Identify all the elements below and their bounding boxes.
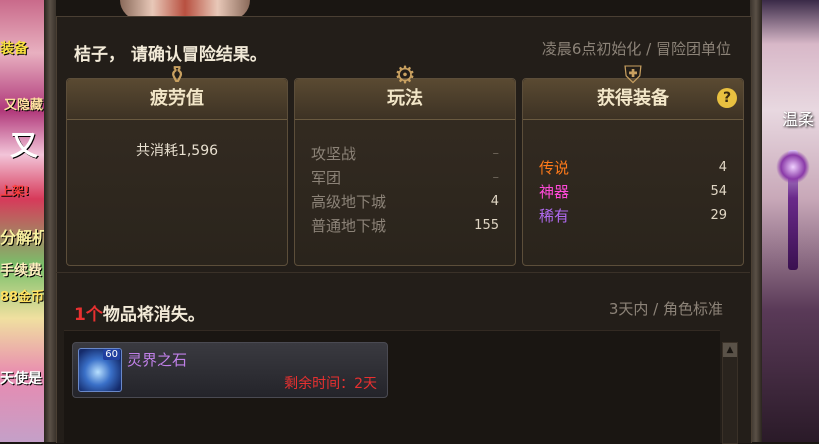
item-level-badge: 60 [103, 349, 120, 360]
gear-axe-icon: ⚙ [394, 61, 416, 89]
background-right-art: 温柔 [762, 0, 819, 442]
section-divider [56, 272, 750, 273]
play-row-label: 高级地下城 [311, 193, 387, 211]
promo-text-7: 88金币 [0, 290, 45, 305]
promo-text-4: 上架! [0, 184, 30, 198]
fatigue-card: ⚱ 疲劳值 共消耗1,596 [66, 61, 288, 266]
gear-row-value: 29 [710, 208, 727, 223]
gear-card-title-text: 获得装备 [597, 88, 669, 109]
vanish-title: 1个物品将消失。 [74, 300, 205, 325]
play-row-advanced-dungeon: 高级地下城 4 [311, 190, 499, 214]
play-row-value: – [492, 170, 500, 185]
play-row-label: 军团 [311, 169, 342, 187]
scrollbar[interactable]: ▲ [722, 342, 738, 444]
promo-text-5: 分解机 [0, 228, 49, 247]
help-icon[interactable]: ? [717, 88, 737, 108]
gear-row-value: 54 [710, 184, 727, 199]
frame-edge-left [44, 0, 56, 442]
gear-row-label: 神器 [539, 183, 570, 201]
staff-icon [776, 150, 810, 270]
vanish-info: 3天内 / 角色标准 [608, 300, 723, 318]
promo-text-8: 天使是 [0, 371, 42, 387]
fatigue-consumed: 共消耗1,596 [135, 143, 219, 159]
promo-text-6: 手续费 [0, 263, 42, 279]
play-row-label: 普通地下城 [311, 217, 387, 235]
gear-row-label: 传说 [539, 159, 570, 177]
scroll-up-icon[interactable]: ▲ [723, 343, 737, 357]
promo-text-1: 装备 [0, 41, 28, 57]
gear-row-legendary: 传说 4 [539, 156, 727, 180]
gear-row-label: 稀有 [539, 207, 570, 225]
play-row-value: 155 [474, 218, 499, 233]
gear-row-rare: 稀有 29 [539, 204, 727, 228]
item-remaining-time: 剩余时间：2天 [284, 376, 377, 392]
armor-icon: ⛨ [624, 61, 642, 89]
play-row-normal-dungeon: 普通地下城 155 [311, 214, 499, 238]
gear-row-epic: 神器 54 [539, 180, 727, 204]
vanish-count: 1个 [74, 305, 103, 325]
promo-text-3: 又 [10, 129, 39, 162]
spirit-stone-icon: 60 [78, 348, 122, 392]
promo-text-2: 又隐藏 [4, 98, 44, 113]
gear-card: ⛨ 获得装备 ? 传说 4 神器 54 稀有 29 [522, 61, 744, 266]
list-item[interactable]: 60 灵界之石 剩余时间：2天 [72, 342, 388, 398]
reset-info: 凌晨6点初始化 / 冒险团单位 [541, 40, 731, 58]
potion-icon: ⚱ [166, 61, 188, 89]
play-row-value: – [492, 146, 500, 161]
vanish-text: 物品将消失。 [102, 305, 205, 325]
gear-row-value: 4 [718, 160, 727, 175]
play-row-value: 4 [490, 194, 499, 209]
play-row-raid: 攻坚战 – [311, 142, 499, 166]
play-row-legion: 军团 – [311, 166, 499, 190]
play-row-label: 攻坚战 [311, 145, 357, 163]
character-name: 温柔 [782, 110, 815, 129]
play-card: ⚙ 玩法 攻坚战 – 军团 – 高级地下城 4 普通地下城 155 [294, 61, 516, 266]
item-name: 灵界之石 [127, 351, 188, 369]
